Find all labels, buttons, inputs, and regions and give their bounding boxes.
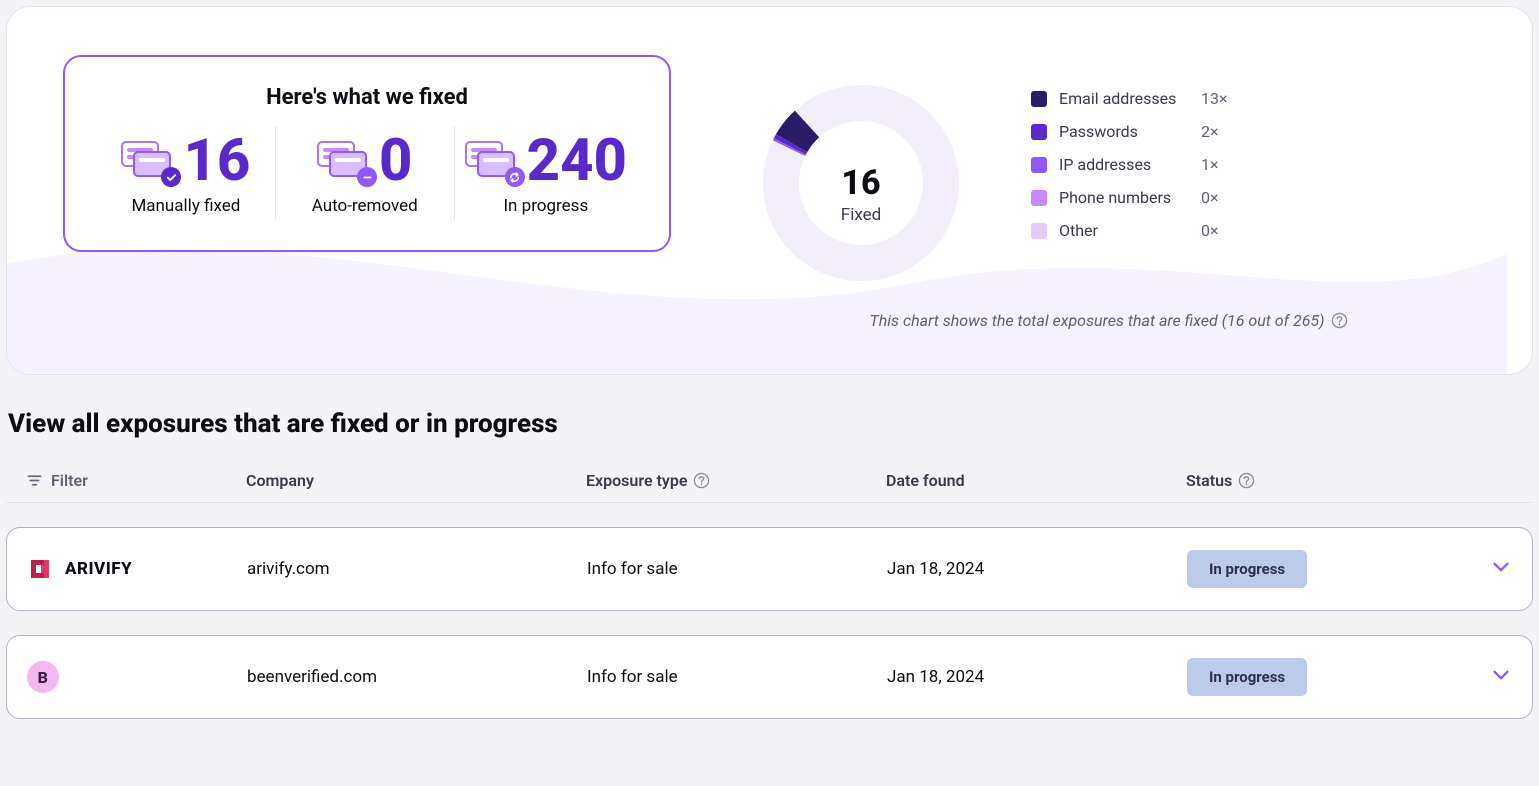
fixed-gauge: 16 Fixed	[741, 63, 981, 303]
stat-value: 240	[527, 132, 627, 190]
legend-count: 2×	[1201, 122, 1219, 141]
letter-avatar: B	[27, 661, 59, 693]
stat-label: In progress	[503, 196, 588, 216]
exposures-section-title: View all exposures that are fixed or in …	[8, 409, 1533, 439]
info-icon[interactable]	[1238, 472, 1255, 489]
summary-card: Here's what we fixed 16 Manually fixed	[6, 6, 1533, 375]
row-status: In progress	[1187, 658, 1452, 696]
filter-button[interactable]: Filter	[26, 471, 246, 490]
filter-label: Filter	[51, 471, 88, 490]
row-company: beenverified.com	[247, 667, 587, 687]
cards-check-icon	[121, 141, 175, 181]
legend-item: Email addresses 13×	[1031, 89, 1228, 108]
stat-auto-removed: 0 Auto-removed	[275, 126, 454, 220]
stat-label: Auto-removed	[312, 196, 418, 216]
chevron-down-icon	[1490, 556, 1512, 578]
info-icon[interactable]	[1331, 312, 1348, 329]
legend-count: 0×	[1201, 188, 1219, 207]
col-company: Company	[246, 471, 586, 490]
legend-swatch	[1031, 157, 1047, 173]
row-exposure-type: Info for sale	[587, 667, 887, 687]
row-status: In progress	[1187, 550, 1452, 588]
filter-icon	[26, 472, 43, 489]
cards-minus-icon	[317, 141, 371, 181]
chart-legend: Email addresses 13× Passwords 2× IP addresse…	[1031, 63, 1228, 240]
stat-in-progress: 240 In progress	[454, 126, 637, 220]
legend-swatch	[1031, 223, 1047, 239]
chevron-down-icon	[1490, 664, 1512, 686]
row-date-found: Jan 18, 2024	[887, 559, 1187, 579]
status-chip: In progress	[1187, 658, 1307, 696]
row-exposure-type: Info for sale	[587, 559, 887, 579]
legend-item: Phone numbers 0×	[1031, 188, 1228, 207]
chart-caption: This chart shows the total exposures tha…	[741, 311, 1476, 330]
row-date-found: Jan 18, 2024	[887, 667, 1187, 687]
legend-item: Passwords 2×	[1031, 122, 1228, 141]
row-brand-text: ARIVIFY	[65, 559, 132, 579]
stat-label: Manually fixed	[131, 196, 240, 216]
legend-swatch	[1031, 190, 1047, 206]
exposure-row[interactable]: ARIVIFY arivify.comInfo for saleJan 18, 2…	[6, 527, 1533, 611]
legend-label: Other	[1059, 221, 1189, 240]
gauge-value: 16	[841, 163, 880, 203]
legend-item: Other 0×	[1031, 221, 1228, 240]
stat-manually-fixed: 16 Manually fixed	[97, 126, 275, 220]
legend-label: Passwords	[1059, 122, 1189, 141]
stat-value: 0	[379, 132, 412, 190]
col-date-found: Date found	[886, 471, 1186, 490]
legend-count: 13×	[1201, 89, 1228, 108]
col-exposure-type: Exposure type	[586, 471, 886, 490]
cards-sync-icon	[465, 141, 519, 181]
legend-count: 1×	[1201, 155, 1219, 174]
what-we-fixed-title: Here's what we fixed	[97, 85, 637, 110]
legend-item: IP addresses 1×	[1031, 155, 1228, 174]
expand-row-button[interactable]	[1490, 664, 1512, 691]
row-company: arivify.com	[247, 559, 587, 579]
stat-value: 16	[183, 132, 250, 190]
row-logo: B	[27, 661, 247, 693]
legend-swatch	[1031, 91, 1047, 107]
expand-row-button[interactable]	[1490, 556, 1512, 583]
exposure-row[interactable]: Bbeenverified.comInfo for saleJan 18, 20…	[6, 635, 1533, 719]
legend-label: Email addresses	[1059, 89, 1189, 108]
legend-label: Phone numbers	[1059, 188, 1189, 207]
arivify-icon	[27, 556, 53, 582]
legend-swatch	[1031, 124, 1047, 140]
status-chip: In progress	[1187, 550, 1307, 588]
col-status: Status	[1186, 471, 1513, 490]
gauge-label: Fixed	[841, 205, 881, 225]
legend-label: IP addresses	[1059, 155, 1189, 174]
exposures-table-header: Filter Company Exposure type Date found …	[6, 461, 1533, 503]
what-we-fixed-panel: Here's what we fixed 16 Manually fixed	[63, 55, 671, 252]
legend-count: 0×	[1201, 221, 1219, 240]
info-icon[interactable]	[693, 472, 710, 489]
row-logo: ARIVIFY	[27, 556, 247, 582]
